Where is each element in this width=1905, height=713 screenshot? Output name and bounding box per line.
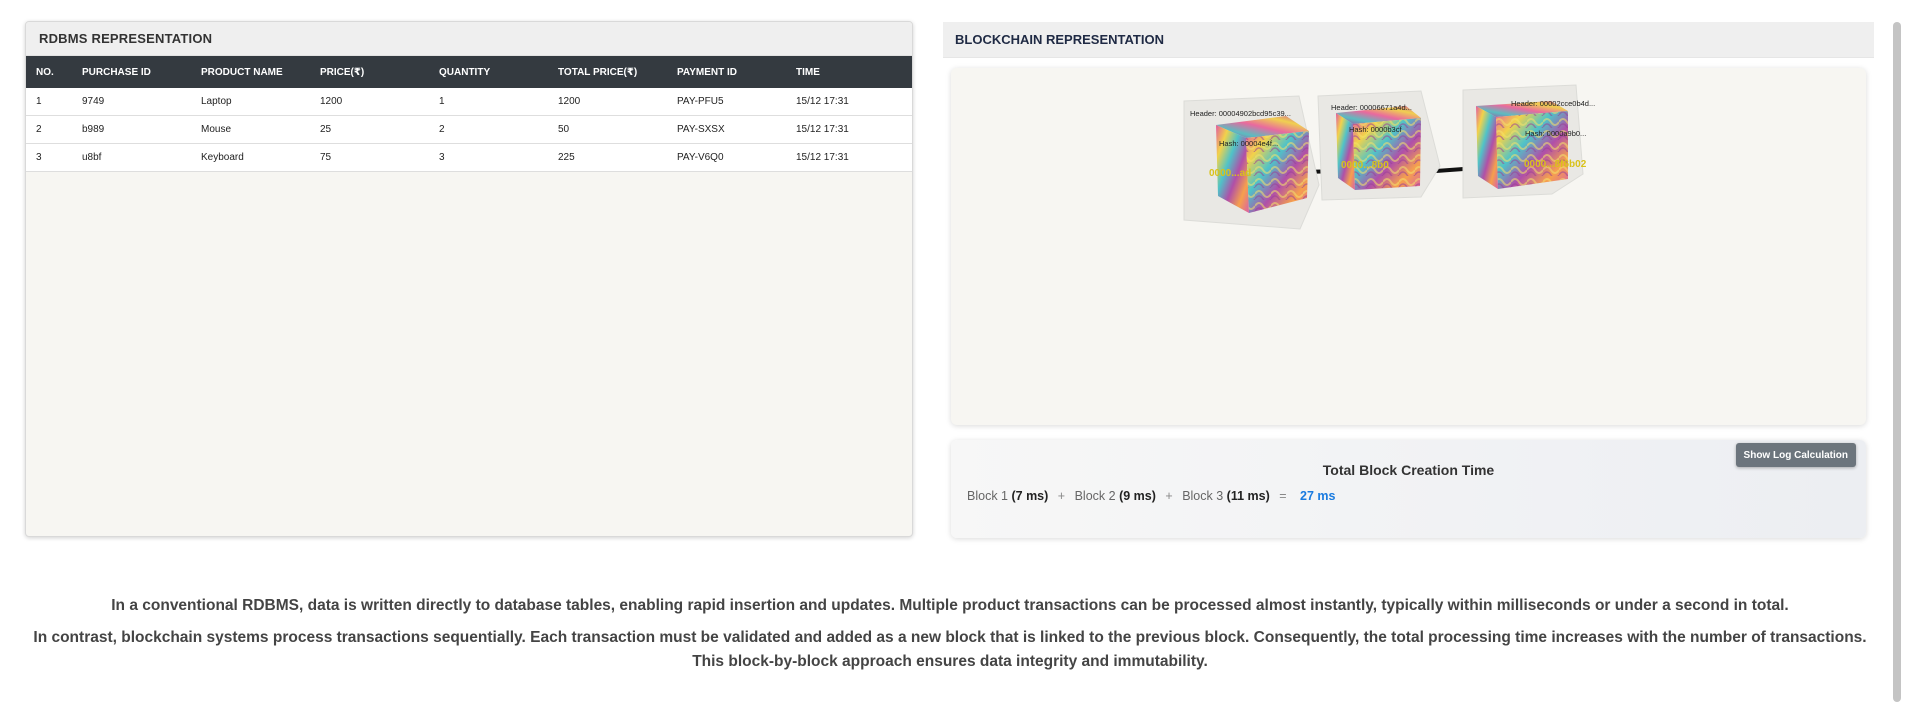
block-2-header: Header: 00006671a4d...	[1331, 103, 1412, 112]
blockchain-canvas[interactable]: Header: 00004902bcd95c39... Hash: 00004e…	[951, 68, 1866, 425]
cell-time: 15/12 17:31	[786, 115, 912, 144]
cell-quantity: 1	[429, 88, 548, 116]
block-1[interactable]: Header: 00004902bcd95c39... Hash: 00004e…	[1183, 95, 1320, 230]
block-1-face-label: 0000...ad	[1209, 168, 1251, 179]
column-header-purchase-id: PURCHASE ID	[72, 56, 191, 88]
cell-payment-id: PAY-V6Q0	[667, 143, 786, 172]
block-2-face-label: 0000...8b0	[1341, 160, 1389, 171]
table-row: 3 u8bf Keyboard 75 3 225 PAY-V6Q0 15/12 …	[26, 143, 912, 172]
column-header-product-name: PRODUCT NAME	[191, 56, 310, 88]
blockchain-3d-view: Header: 00004902bcd95c39... Hash: 00004e…	[1183, 84, 1595, 230]
rdbms-title: RDBMS REPRESENTATION	[26, 22, 912, 56]
block-3-header: Header: 00002cce0b4d...	[1511, 99, 1595, 108]
description-blockchain: In contrast, blockchain systems process …	[33, 629, 1867, 670]
page-scrollbar[interactable]	[1893, 22, 1901, 702]
cell-time: 15/12 17:31	[786, 88, 912, 116]
column-header-total-price: TOTAL PRICE(₹)	[548, 56, 667, 88]
table-row: 1 9749 Laptop 1200 1 1200 PAY-PFU5 15/12…	[26, 88, 912, 116]
column-header-payment-id: PAYMENT ID	[667, 56, 786, 88]
plus-sign: +	[1165, 489, 1173, 503]
equals-sign: =	[1279, 489, 1287, 503]
block-1-label: Block 1	[967, 489, 1008, 503]
block-2-label: Block 2	[1074, 489, 1116, 503]
block-3-time: (11 ms)	[1226, 489, 1270, 503]
block-2-hash: Hash: 0000b3cf	[1349, 125, 1402, 134]
block-3[interactable]: Header: 00002cce0b4d... Hash: 0000a9b0..…	[1462, 84, 1595, 199]
cell-product-name: Keyboard	[191, 143, 310, 172]
blockchain-title: BLOCKCHAIN REPRESENTATION	[943, 22, 1874, 58]
cell-no: 1	[26, 88, 72, 116]
cell-price: 75	[310, 143, 429, 172]
total-time: 27 ms	[1300, 489, 1336, 503]
cell-time: 15/12 17:31	[786, 143, 912, 172]
column-header-time: TIME	[786, 56, 912, 88]
rdbms-panel: RDBMS REPRESENTATION NO. PURCHASE ID PRO…	[25, 21, 913, 537]
description-rdbms: In a conventional RDBMS, data is written…	[111, 597, 1789, 614]
cell-product-name: Mouse	[191, 115, 310, 144]
cell-quantity: 3	[429, 143, 548, 172]
block-3-hash: Hash: 0000a9b0...	[1525, 129, 1586, 138]
cell-no: 3	[26, 143, 72, 172]
block-3-left	[1476, 106, 1498, 189]
cell-total-price: 1200	[548, 88, 667, 116]
block-1-header: Header: 00004902bcd95c39...	[1190, 109, 1291, 118]
block-creation-time-card: Show Log Calculation Total Block Creatio…	[951, 440, 1866, 538]
block-1-hash: Hash: 00004e4f...	[1219, 139, 1278, 148]
column-header-quantity: QUANTITY	[429, 56, 548, 88]
cell-purchase-id: b989	[72, 115, 191, 144]
cell-product-name: Laptop	[191, 88, 310, 116]
block-3-label: Block 3	[1182, 489, 1224, 503]
block-2[interactable]: Header: 00006671a4d... Hash: 0000b3cf 00…	[1317, 90, 1441, 201]
cell-price: 1200	[310, 88, 429, 116]
cell-quantity: 2	[429, 115, 548, 144]
table-header-row: NO. PURCHASE ID PRODUCT NAME PRICE(₹) QU…	[26, 56, 912, 88]
cell-price: 25	[310, 115, 429, 144]
cell-total-price: 225	[548, 143, 667, 172]
rdbms-table: NO. PURCHASE ID PRODUCT NAME PRICE(₹) QU…	[26, 56, 912, 172]
column-header-price: PRICE(₹)	[310, 56, 429, 88]
cell-purchase-id: 9749	[72, 88, 191, 116]
block-2-time: (9 ms)	[1119, 489, 1156, 503]
cell-total-price: 50	[548, 115, 667, 144]
plus-sign: +	[1057, 489, 1066, 503]
cell-payment-id: PAY-SXSX	[667, 115, 786, 144]
timing-breakdown: Block 1 (7 ms) + Block 2 (9 ms) + Block …	[967, 489, 1336, 503]
timing-title: Total Block Creation Time	[1322, 462, 1495, 478]
description: In a conventional RDBMS, data is written…	[25, 594, 1875, 682]
block-1-time: (7 ms)	[1011, 489, 1049, 503]
column-header-no: NO.	[26, 56, 72, 88]
block-3-face-label: 0000...8f6b02	[1524, 159, 1587, 170]
cell-purchase-id: u8bf	[72, 143, 191, 172]
table-row: 2 b989 Mouse 25 2 50 PAY-SXSX 15/12 17:3…	[26, 115, 912, 144]
cell-payment-id: PAY-PFU5	[667, 88, 786, 116]
cell-no: 2	[26, 115, 72, 144]
